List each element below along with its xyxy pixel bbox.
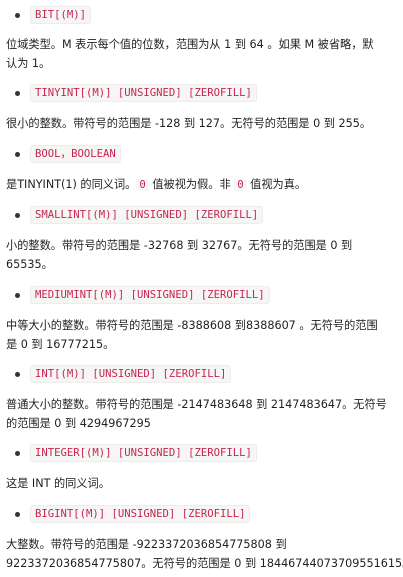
- desc-line: 这是 INT 的同义词。: [6, 477, 110, 490]
- type-bullet-tinyint: TINYINT[(M)] [UNSIGNED] [ZEROFILL]: [9, 84, 257, 102]
- desc-line: 是 0 到 16777215。: [6, 338, 115, 351]
- desc-text: 是TINYINT(1) 的同义词。: [6, 178, 137, 191]
- type-desc-integer: 这是 INT 的同义词。: [6, 474, 400, 493]
- desc-text: 值视为真。: [246, 178, 307, 191]
- type-code-int: INT[(M)] [UNSIGNED] [ZEROFILL]: [30, 365, 232, 383]
- desc-line: 9223372036854775807。无符号的范围是 0 到 18446744…: [6, 557, 403, 570]
- type-code-mediumint: MEDIUMINT[(M)] [UNSIGNED] [ZEROFILL]: [30, 286, 270, 304]
- type-code-bool: BOOL，BOOLEAN: [30, 145, 121, 163]
- desc-line: 是TINYINT(1) 的同义词。 0 值被视为假。非 0 值视为真。: [6, 175, 400, 195]
- bullet-dot: [15, 90, 20, 96]
- type-code-bit: BIT[(M)]: [30, 6, 92, 24]
- type-desc-int: 普通大小的整数。带符号的范围是 -2147483648 到 2147483647…: [6, 395, 400, 433]
- type-bullet-int: INT[(M)] [UNSIGNED] [ZEROFILL]: [9, 365, 232, 383]
- bullet-dot: [15, 12, 20, 18]
- inline-code-zero: 0: [136, 179, 149, 191]
- desc-line: 普通大小的整数。带符号的范围是 -2147483648 到 2147483647…: [6, 398, 387, 411]
- bullet-dot: [15, 151, 20, 157]
- desc-line: 65535。: [6, 258, 53, 271]
- document-body: BIT[(M)] 位域类型。M 表示每个值的位数，范围为从 1 到 64 。如果…: [0, 0, 403, 577]
- desc-line: 的范围是 0 到 4294967295: [6, 417, 151, 430]
- type-bullet-bit: BIT[(M)]: [9, 6, 92, 24]
- type-code-tinyint: TINYINT[(M)] [UNSIGNED] [ZEROFILL]: [30, 84, 257, 102]
- bullet-dot: [15, 450, 20, 456]
- type-code-integer: INTEGER[(M)] [UNSIGNED] [ZEROFILL]: [30, 444, 257, 462]
- type-bullet-bool: BOOL，BOOLEAN: [9, 145, 121, 163]
- type-bullet-integer: INTEGER[(M)] [UNSIGNED] [ZEROFILL]: [9, 444, 257, 462]
- type-code-smallint: SMALLINT[(M)] [UNSIGNED] [ZEROFILL]: [30, 206, 264, 224]
- desc-text: 值被视为假。非: [148, 178, 235, 191]
- type-desc-bit: 位域类型。M 表示每个值的位数，范围为从 1 到 64 。如果 M 被省略，默 …: [6, 35, 400, 73]
- bullet-dot: [15, 292, 20, 298]
- inline-code-zero: 0: [234, 179, 247, 191]
- type-desc-bool: 是TINYINT(1) 的同义词。 0 值被视为假。非 0 值视为真。: [6, 175, 400, 195]
- desc-line: 小的整数。带符号的范围是 -32768 到 32767。无符号的范围是 0 到: [6, 239, 353, 252]
- type-bullet-smallint: SMALLINT[(M)] [UNSIGNED] [ZEROFILL]: [9, 206, 264, 224]
- bullet-dot: [15, 371, 20, 377]
- desc-line: 中等大小的整数。带符号的范围是 -8388608 到8388607 。无符号的范…: [6, 319, 378, 332]
- type-bullet-mediumint: MEDIUMINT[(M)] [UNSIGNED] [ZEROFILL]: [9, 286, 270, 304]
- desc-line: 位域类型。M 表示每个值的位数，范围为从 1 到 64 。如果 M 被省略，默: [6, 38, 374, 51]
- desc-line: 很小的整数。带符号的范围是 -128 到 127。无符号的范围是 0 到 255…: [6, 117, 372, 130]
- bullet-dot: [15, 511, 20, 517]
- type-code-bigint: BIGINT[(M)] [UNSIGNED] [ZEROFILL]: [30, 505, 251, 523]
- type-desc-mediumint: 中等大小的整数。带符号的范围是 -8388608 到8388607 。无符号的范…: [6, 316, 400, 354]
- type-desc-smallint: 小的整数。带符号的范围是 -32768 到 32767。无符号的范围是 0 到 …: [6, 236, 400, 274]
- type-bullet-bigint: BIGINT[(M)] [UNSIGNED] [ZEROFILL]: [9, 505, 251, 523]
- bullet-dot: [15, 212, 20, 218]
- desc-line: 认为 1。: [6, 57, 51, 70]
- type-desc-tinyint: 很小的整数。带符号的范围是 -128 到 127。无符号的范围是 0 到 255…: [6, 114, 400, 133]
- desc-line: 大整数。带符号的范围是 -9223372036854775808 到: [6, 538, 287, 551]
- type-desc-bigint: 大整数。带符号的范围是 -9223372036854775808 到 92233…: [6, 535, 403, 573]
